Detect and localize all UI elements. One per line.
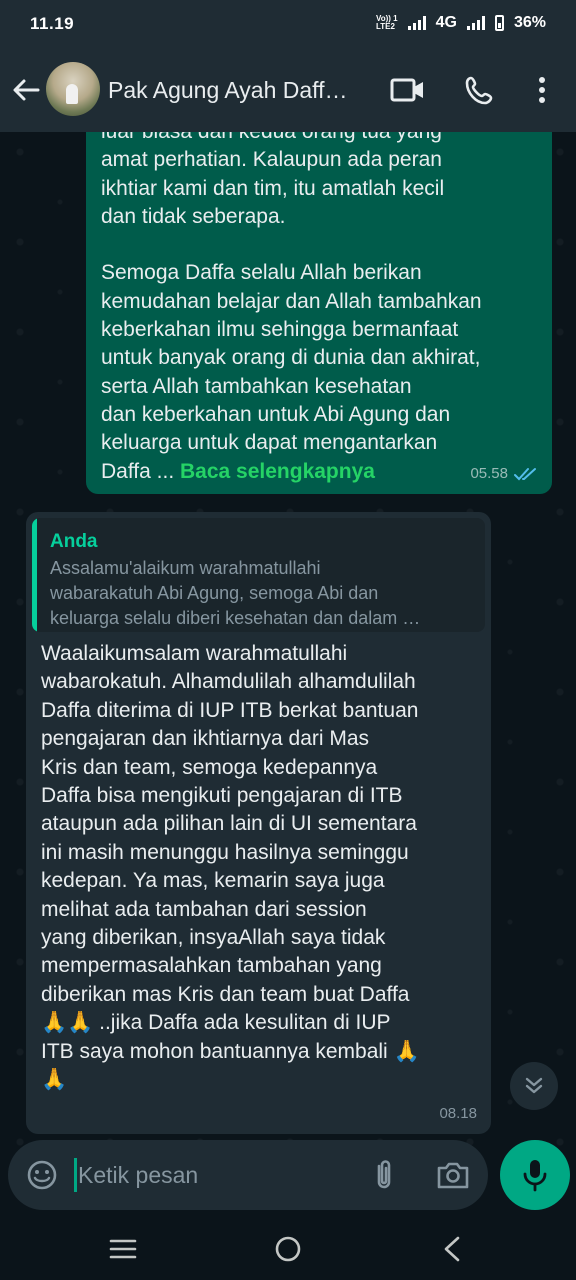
camera-icon[interactable] [436,1159,470,1191]
home-icon[interactable] [274,1235,302,1263]
signal-icon-2 [466,16,485,30]
network-type: 4G [435,14,457,31]
message-composer[interactable]: Ketik pesan [8,1140,488,1210]
avatar[interactable] [46,62,100,116]
outgoing-message[interactable]: luar biasa dan kedua orang tua yang amat… [86,132,552,494]
battery-icon [494,15,504,31]
status-time: 11.19 [30,14,75,33]
read-more-link[interactable]: Baca selengkapnya [180,460,375,483]
message-text: Waalaikumsalam warahmatullahi wabarokatu… [41,642,420,1092]
message-time: 05.58 [470,464,508,482]
text-cursor [74,1158,77,1192]
message-meta: 05.58 [470,460,538,488]
attachment-icon[interactable] [370,1158,398,1192]
quote-bar [32,518,37,632]
quote-text: Assalamu'alaikum warahmatullahi wabaraka… [50,558,421,628]
status-icons: Vo)) 1 LTE2 4G 36% [376,14,546,32]
status-bar: 11.19 Vo)) 1 LTE2 4G 36% [0,0,576,48]
message-text: luar biasa dan kedua orang tua yang amat… [101,132,482,483]
back-arrow-icon[interactable] [10,74,42,106]
voice-record-button[interactable] [500,1140,570,1210]
voice-call-icon[interactable] [464,74,496,106]
emoji-icon[interactable] [26,1159,58,1191]
contact-name[interactable]: Pak Agung Ayah Daff… [108,77,348,104]
double-check-icon [514,466,538,482]
back-nav-icon[interactable] [440,1235,464,1263]
volte-indicator: Vo)) 1 LTE2 [375,14,398,31]
chat-area[interactable]: luar biasa dan kedua orang tua yang amat… [0,132,576,1218]
scroll-to-bottom-button[interactable] [510,1062,558,1110]
quote-author: Anda [50,531,98,552]
battery-percent: 36% [513,14,546,31]
microphone-icon [521,1158,549,1192]
chat-header: Pak Agung Ayah Daff… [0,48,576,132]
chevron-double-down-icon [522,1074,546,1098]
system-nav-bar [0,1218,576,1280]
incoming-message[interactable]: Anda Assalamu'alaikum warahmatullahi wab… [26,512,491,1134]
recent-apps-icon[interactable] [108,1238,138,1260]
quoted-message[interactable]: Anda Assalamu'alaikum warahmatullahi wab… [32,518,485,632]
signal-icon [407,16,426,30]
message-input[interactable]: Ketik pesan [78,1162,198,1189]
more-vert-icon[interactable] [528,74,556,106]
message-time: 08.18 [439,1104,477,1122]
video-call-icon[interactable] [390,74,426,106]
